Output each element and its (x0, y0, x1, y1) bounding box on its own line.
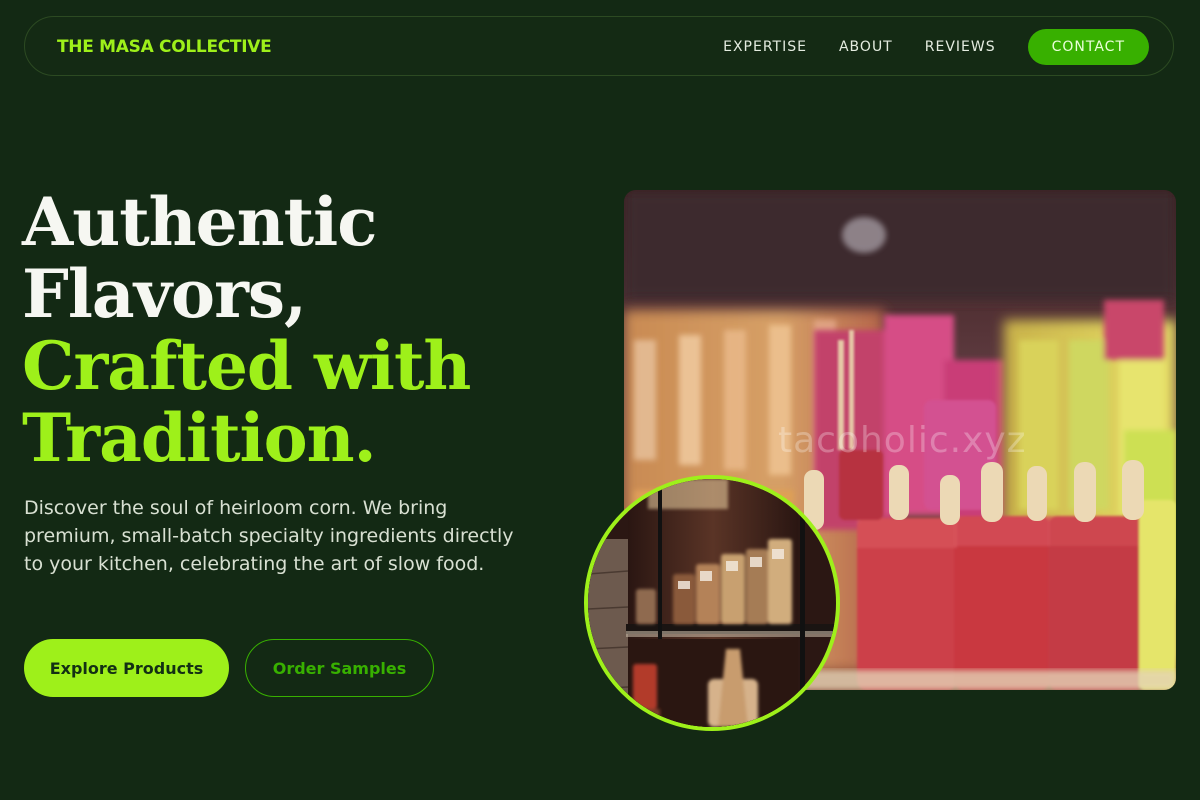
nav-link-expertise[interactable]: EXPERTISE (723, 39, 807, 55)
nav-links: EXPERTISE ABOUT REVIEWS CONTACT (723, 17, 1149, 77)
top-navigation: THE MASA COLLECTIVE EXPERTISE ABOUT REVI… (24, 16, 1174, 76)
headline-line-authentic: Authentic (22, 183, 377, 261)
hero-description: Discover the soul of heirloom corn. We b… (24, 497, 514, 575)
contact-button[interactable]: CONTACT (1027, 29, 1149, 65)
landing-page: THE MASA COLLECTIVE EXPERTISE ABOUT REVI… (0, 0, 1200, 800)
headline-line-crafted: Crafted with (22, 327, 471, 405)
headline-line-tradition: Tradition. (22, 399, 377, 477)
image-watermark: tacoholic.xyz (778, 420, 1027, 461)
circular-image-shelves (584, 475, 840, 731)
nav-link-about[interactable]: ABOUT (839, 39, 893, 55)
headline-line-flavors: Flavors, (22, 255, 307, 333)
hero-headline: Authentic Flavors, Crafted with Traditio… (22, 183, 471, 477)
nav-link-reviews[interactable]: REVIEWS (925, 39, 996, 55)
brand-logo[interactable]: THE MASA COLLECTIVE (57, 17, 272, 77)
explore-products-button[interactable]: Explore Products (24, 639, 229, 697)
order-samples-button[interactable]: Order Samples (245, 639, 434, 697)
